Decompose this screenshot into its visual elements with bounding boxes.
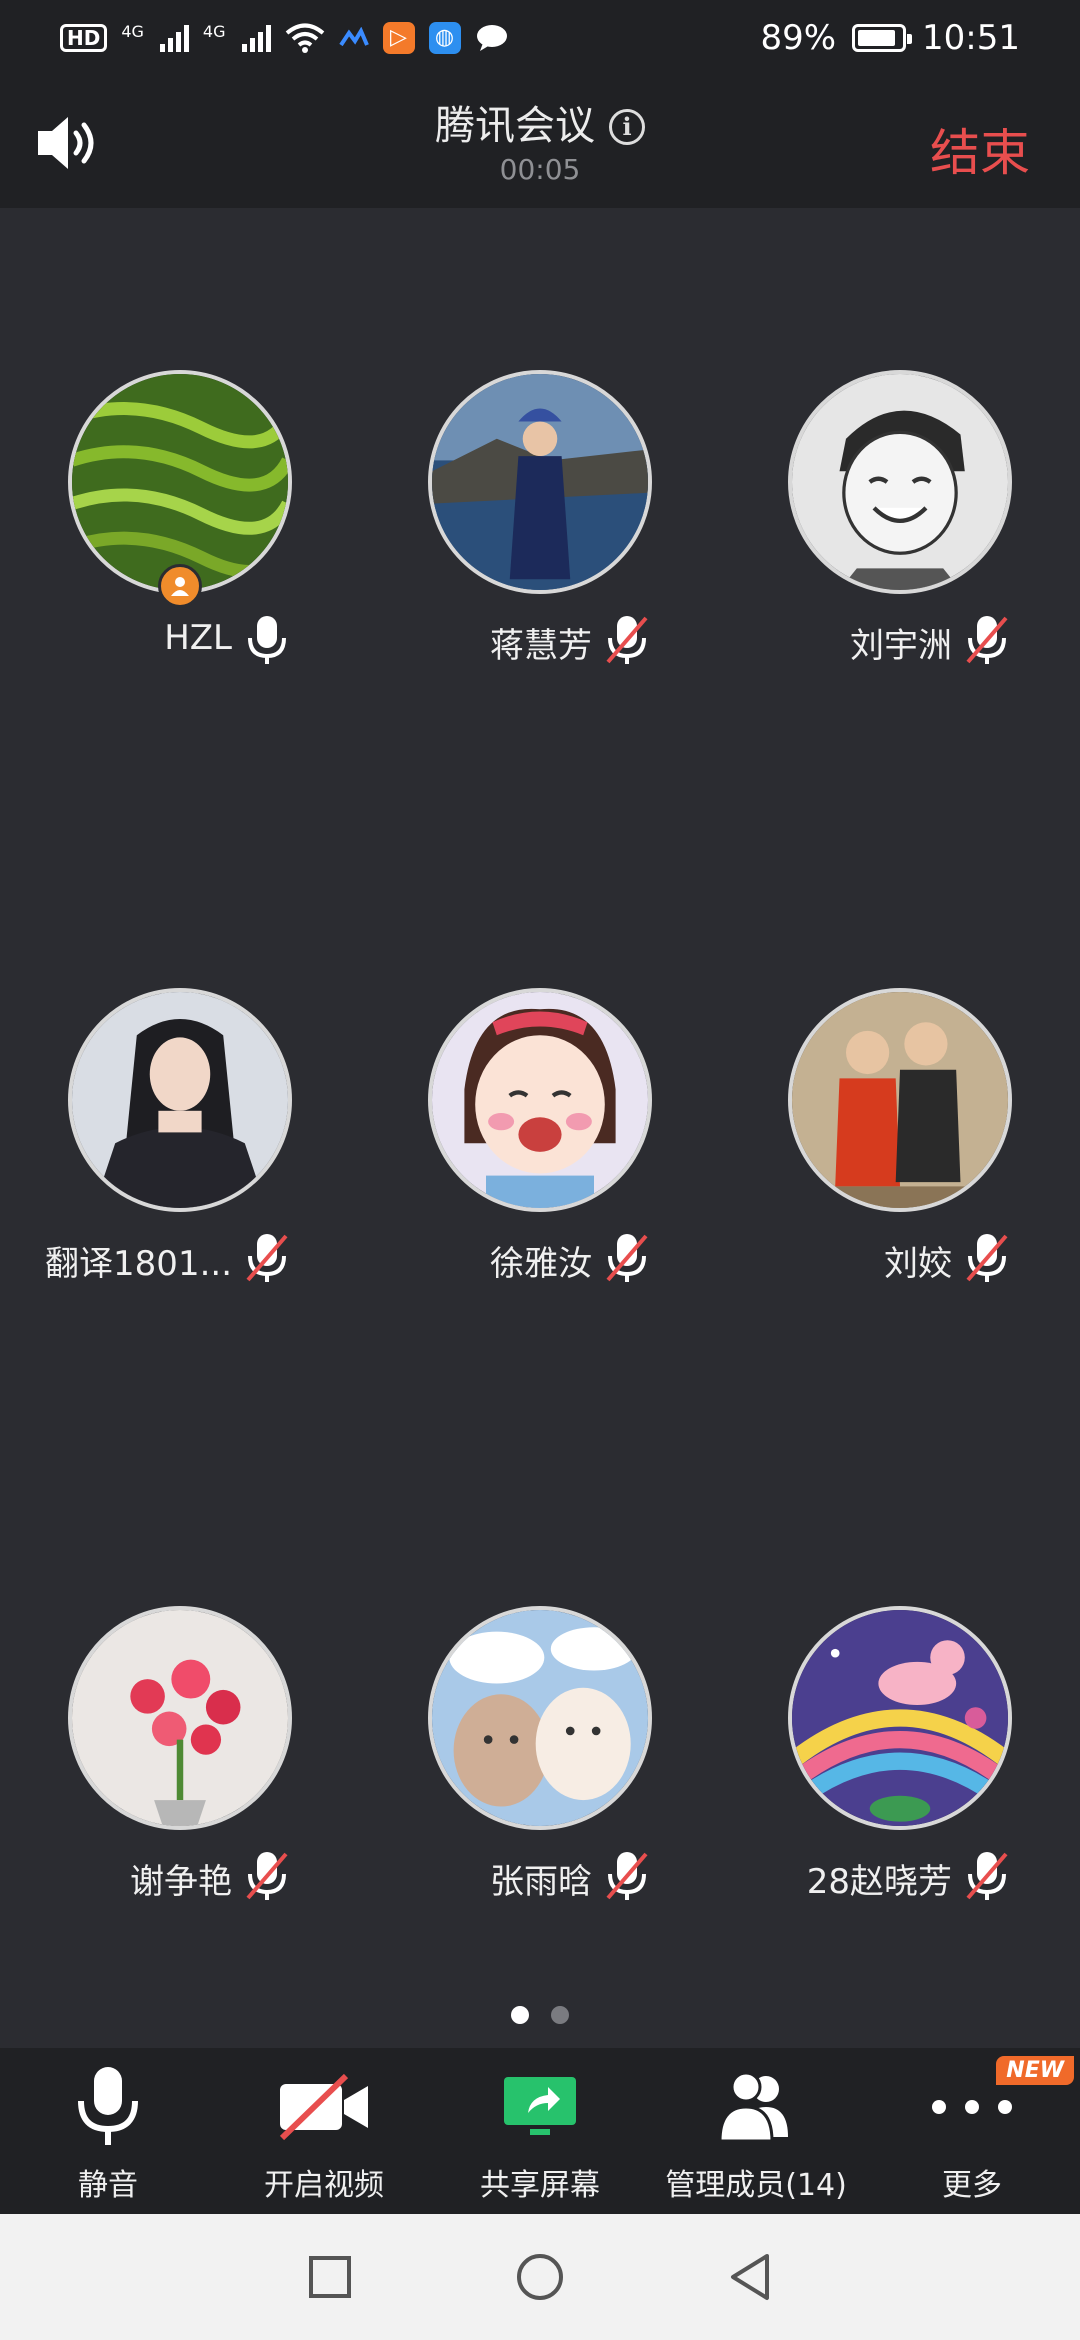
participant-name-row: 张雨晗 xyxy=(360,1848,720,1904)
system-nav-bar xyxy=(0,2214,1080,2340)
avatar xyxy=(788,370,1012,594)
page-dot-active[interactable] xyxy=(511,2006,529,2024)
participant-tile[interactable]: 翻译1801... xyxy=(0,988,360,1308)
home-button[interactable] xyxy=(510,2247,570,2307)
participant-name: 蒋慧芳 xyxy=(490,626,592,666)
mic-muted-icon xyxy=(966,616,1008,664)
page-indicator xyxy=(0,2006,1080,2024)
status-right: 89% 10:51 xyxy=(760,18,1020,58)
signal-icon xyxy=(159,24,189,52)
participant-name: 刘宇洲 xyxy=(850,626,952,666)
participant-name-row: 28赵晓芳 xyxy=(720,1848,1080,1904)
clock: 10:51 xyxy=(922,17,1020,58)
meeting-screen: { "status_bar": { "hd": "HD", "network_1… xyxy=(0,0,1080,2340)
participant-tile[interactable]: 徐雅汝 xyxy=(360,988,720,1308)
avatar xyxy=(68,370,292,594)
status-left: HD 4G 4G ▷ ◍ xyxy=(60,21,509,54)
participant-name: HZL xyxy=(164,618,232,658)
end-meeting-button[interactable]: 结束 xyxy=(930,113,1030,185)
avatar xyxy=(428,988,652,1212)
mic-muted-icon xyxy=(246,1852,288,1900)
manage-members-label: 管理成员(14) xyxy=(665,2168,847,2203)
share-screen-icon xyxy=(490,2062,590,2152)
avatar xyxy=(788,1606,1012,1830)
meeting-header: 腾讯会议 i 00:05 结束 xyxy=(0,75,1080,208)
signal-icon xyxy=(241,24,271,52)
app-icon: ▷ xyxy=(382,21,415,54)
status-bar: HD 4G 4G ▷ ◍ 89% 10:51 xyxy=(0,0,1080,75)
participant-tile[interactable]: 刘宇洲 xyxy=(720,370,1080,690)
microphone-icon xyxy=(58,2062,158,2152)
avatar xyxy=(68,1606,292,1830)
video-off-icon xyxy=(274,2062,374,2152)
mute-label: 静音 xyxy=(78,2168,138,2203)
participant-name-row: HZL xyxy=(0,612,360,668)
participant-tile[interactable]: 刘姣 xyxy=(720,988,1080,1308)
mic-muted-icon xyxy=(966,1234,1008,1282)
battery-icon xyxy=(852,23,913,52)
participant-name: 翻译1801... xyxy=(45,1244,232,1284)
network-type-1: 4G xyxy=(121,21,144,41)
participant-name-row: 徐雅汝 xyxy=(360,1230,720,1286)
participant-name: 张雨晗 xyxy=(490,1862,592,1902)
share-screen-button[interactable]: 共享屏幕 xyxy=(432,2048,648,2214)
participant-name-row: 蒋慧芳 xyxy=(360,612,720,668)
participant-tile[interactable]: 谢争艳 xyxy=(0,1606,360,1926)
members-icon xyxy=(706,2062,806,2152)
hd-icon: HD xyxy=(60,23,108,52)
share-screen-label: 共享屏幕 xyxy=(480,2168,600,2203)
manage-members-button[interactable]: 管理成员(14) xyxy=(648,2048,864,2214)
avatar xyxy=(788,988,1012,1212)
more-label: 更多 xyxy=(942,2168,1002,2203)
mic-on-icon xyxy=(248,616,286,664)
mute-button[interactable]: 静音 xyxy=(0,2048,216,2214)
more-button[interactable]: NEW 更多 xyxy=(864,2048,1080,2214)
message-icon xyxy=(476,24,507,51)
meeting-timer: 00:05 xyxy=(499,153,581,186)
participant-name-row: 刘宇洲 xyxy=(720,612,1080,668)
participant-tile[interactable]: 蒋慧芳 xyxy=(360,370,720,690)
page-dot[interactable] xyxy=(551,2006,569,2024)
participant-name: 谢争艳 xyxy=(130,1862,232,1902)
participant-tile[interactable]: 张雨晗 xyxy=(360,1606,720,1926)
recents-button[interactable] xyxy=(300,2247,360,2307)
back-button[interactable] xyxy=(720,2247,780,2307)
participant-name: 刘姣 xyxy=(884,1244,952,1284)
start-video-label: 开启视频 xyxy=(264,2168,384,2203)
mic-muted-icon xyxy=(606,1852,648,1900)
battery-percent: 89% xyxy=(760,17,837,58)
meeting-title[interactable]: 腾讯会议 i xyxy=(0,93,1080,151)
participant-name-row: 谢争艳 xyxy=(0,1848,360,1904)
new-badge: NEW xyxy=(996,2056,1074,2085)
app-icon xyxy=(338,26,369,46)
participant-name-row: 翻译1801... xyxy=(0,1230,360,1286)
network-type-2: 4G xyxy=(202,21,226,41)
participant-tile[interactable]: 28赵晓芳 xyxy=(720,1606,1080,1926)
avatar xyxy=(68,988,292,1212)
mic-muted-icon xyxy=(606,1234,648,1282)
mic-muted-icon xyxy=(606,616,648,664)
app-icon: ◍ xyxy=(428,21,461,54)
participant-name: 徐雅汝 xyxy=(490,1244,592,1284)
avatar xyxy=(428,370,652,594)
meeting-title-text: 腾讯会议 xyxy=(435,103,595,149)
wifi-icon xyxy=(285,23,324,53)
participant-name: 28赵晓芳 xyxy=(806,1862,952,1902)
start-video-button[interactable]: 开启视频 xyxy=(216,2048,432,2214)
host-icon xyxy=(158,564,202,608)
mic-muted-icon xyxy=(246,1234,288,1282)
info-icon[interactable]: i xyxy=(609,109,645,145)
mic-muted-icon xyxy=(966,1852,1008,1900)
participant-name-row: 刘姣 xyxy=(720,1230,1080,1286)
meeting-toolbar: 静音 开启视频 共享屏幕 管理成员(14) NEW 更多 xyxy=(0,2048,1080,2214)
participant-tile[interactable]: HZL xyxy=(0,370,360,690)
avatar xyxy=(428,1606,652,1830)
